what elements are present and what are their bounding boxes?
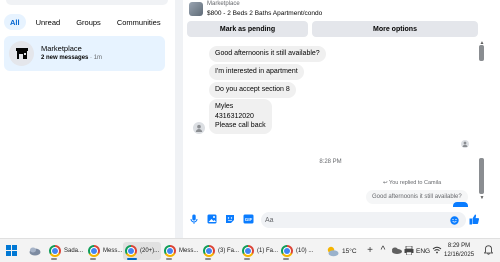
message-bubble[interactable]: Good afternoonis it still available? — [209, 46, 326, 62]
chrome-icon — [49, 245, 61, 257]
sender-avatar[interactable] — [193, 122, 205, 134]
onedrive-icon[interactable] — [390, 244, 402, 256]
clock-time: 8:29 PM — [447, 243, 471, 249]
pane-divider — [175, 0, 183, 238]
taskbar-running-indicator — [166, 258, 172, 260]
scroll-thumb[interactable] — [479, 45, 484, 61]
listing-category: Marketplace — [207, 1, 240, 7]
language-indicator[interactable]: ENG — [416, 242, 430, 260]
reply-quote[interactable]: Good afternoonis it still available? — [366, 190, 468, 204]
taskbar-app-chrome-active[interactable]: (20+)... — [123, 242, 162, 260]
taskbar-app-chrome[interactable]: Mess... — [86, 242, 124, 260]
message-timestamp: 8:28 PM — [319, 159, 342, 165]
taskbar-app-chrome[interactable]: (1) Fa... — [240, 242, 280, 260]
filter-tab-groups[interactable]: Groups — [70, 14, 107, 30]
message-bubble[interactable]: Myles 4316312020 Please call back — [209, 99, 272, 134]
listing-thumbnail[interactable] — [189, 2, 203, 16]
messenger-window: All Unread Groups Communities Marketplac… — [0, 0, 500, 262]
listing-header[interactable]: Marketplace $800 - 2 Beds 2 Baths Apartm… — [183, 0, 500, 20]
taskbar-app-label: (3) Fa... — [218, 248, 240, 254]
taskbar-app-label: Sada... — [64, 248, 84, 254]
thread-name: Marketplace — [41, 44, 82, 53]
taskbar-running-indicator — [244, 258, 250, 260]
weather-cloud-icon — [327, 246, 339, 256]
chat-list-pane: All Unread Groups Communities Marketplac… — [0, 0, 175, 238]
taskbar-app-label: (20+)... — [140, 248, 160, 254]
thread-item-marketplace[interactable]: Marketplace 2 new messages · 1m — [4, 36, 165, 71]
filter-tab-all[interactable]: All — [4, 14, 26, 30]
reply-note-text: You replied to Camila — [389, 180, 442, 186]
thumbs-up-icon[interactable] — [468, 213, 480, 225]
notification-bell-icon[interactable] — [482, 244, 494, 256]
taskbar-running-indicator — [51, 258, 57, 260]
thread-preview: 2 new messages · 1m — [41, 55, 102, 61]
taskbar-app-label: Mess... — [179, 248, 199, 254]
taskbar-app-label: (1) Fa... — [257, 248, 279, 254]
sticker-icon[interactable] — [224, 213, 236, 225]
taskbar-running-indicator — [127, 258, 137, 260]
more-options-button[interactable]: More options — [312, 21, 478, 37]
scroll-thumb[interactable] — [479, 158, 484, 194]
svg-text:GIF: GIF — [244, 217, 252, 222]
chrome-icon — [88, 245, 100, 257]
taskbar-running-indicator — [90, 258, 96, 260]
taskbar-app-chrome[interactable]: (10) ... — [279, 242, 315, 260]
taskbar-app-chrome[interactable]: Mess... — [162, 242, 200, 260]
add-icon[interactable]: + — [364, 244, 376, 256]
microphone-icon[interactable] — [188, 213, 200, 225]
system-clock[interactable]: 8:29 PM 12/16/2025 — [444, 242, 474, 260]
scrollbar[interactable]: ▲ ▼ — [479, 40, 485, 201]
chevron-up-icon[interactable]: ^ — [377, 244, 389, 256]
message-bubble[interactable]: I'm interested in apartment — [209, 64, 304, 80]
chrome-icon — [281, 245, 293, 257]
thread-time: · 1m — [90, 55, 103, 61]
thread-unread-count: 2 new messages — [41, 55, 89, 61]
start-button-icon[interactable] — [4, 243, 18, 257]
filter-tab-communities[interactable]: Communities — [111, 14, 167, 30]
gif-icon[interactable]: GIF — [242, 213, 254, 225]
filter-tabs: All Unread Groups Communities — [4, 14, 167, 30]
reply-note: ↩ You replied to Camila — [383, 180, 441, 186]
weather-temperature: 15°C — [342, 247, 357, 255]
windows-taskbar: Sada... Mess... (20+)... Mess... (3) Fa.… — [0, 238, 500, 262]
photo-icon[interactable] — [206, 213, 218, 225]
emoji-icon[interactable] — [449, 215, 459, 225]
chrome-icon — [164, 245, 176, 257]
message-input[interactable] — [261, 212, 466, 228]
sent-message-bubble[interactable] — [453, 202, 468, 207]
chrome-icon — [242, 245, 254, 257]
taskbar-running-indicator — [283, 258, 289, 260]
taskbar-app-chrome[interactable]: Sada... — [47, 242, 85, 260]
weather-widget[interactable]: 15°C — [326, 242, 357, 260]
taskbar-app-label: Mess... — [103, 248, 123, 254]
chrome-icon — [203, 245, 215, 257]
message-bubble[interactable]: Do you accept section 8 — [209, 82, 296, 98]
composer-bar: GIF — [183, 209, 500, 231]
mark-as-pending-button[interactable]: Mark as pending — [187, 21, 308, 37]
conversation-pane: Marketplace $800 - 2 Beds 2 Baths Apartm… — [183, 0, 500, 238]
taskbar-widgets-icon[interactable] — [27, 242, 43, 260]
clock-date: 12/16/2025 — [444, 252, 475, 258]
listing-title[interactable]: $800 - 2 Beds 2 Baths Apartment/condo — [207, 10, 322, 17]
taskbar-app-chrome[interactable]: (3) Fa... — [201, 242, 241, 260]
search-bar-edge[interactable] — [6, 0, 168, 5]
marketplace-store-icon — [9, 41, 34, 66]
taskbar-running-indicator — [205, 258, 211, 260]
taskbar-app-label: (10) ... — [296, 248, 314, 254]
filter-tab-unread[interactable]: Unread — [30, 14, 67, 30]
seen-avatar-icon — [461, 140, 469, 148]
printer-icon[interactable] — [403, 244, 415, 256]
chrome-icon — [125, 245, 137, 257]
wifi-icon[interactable] — [431, 244, 443, 256]
scroll-down-icon[interactable]: ▼ — [479, 195, 485, 201]
